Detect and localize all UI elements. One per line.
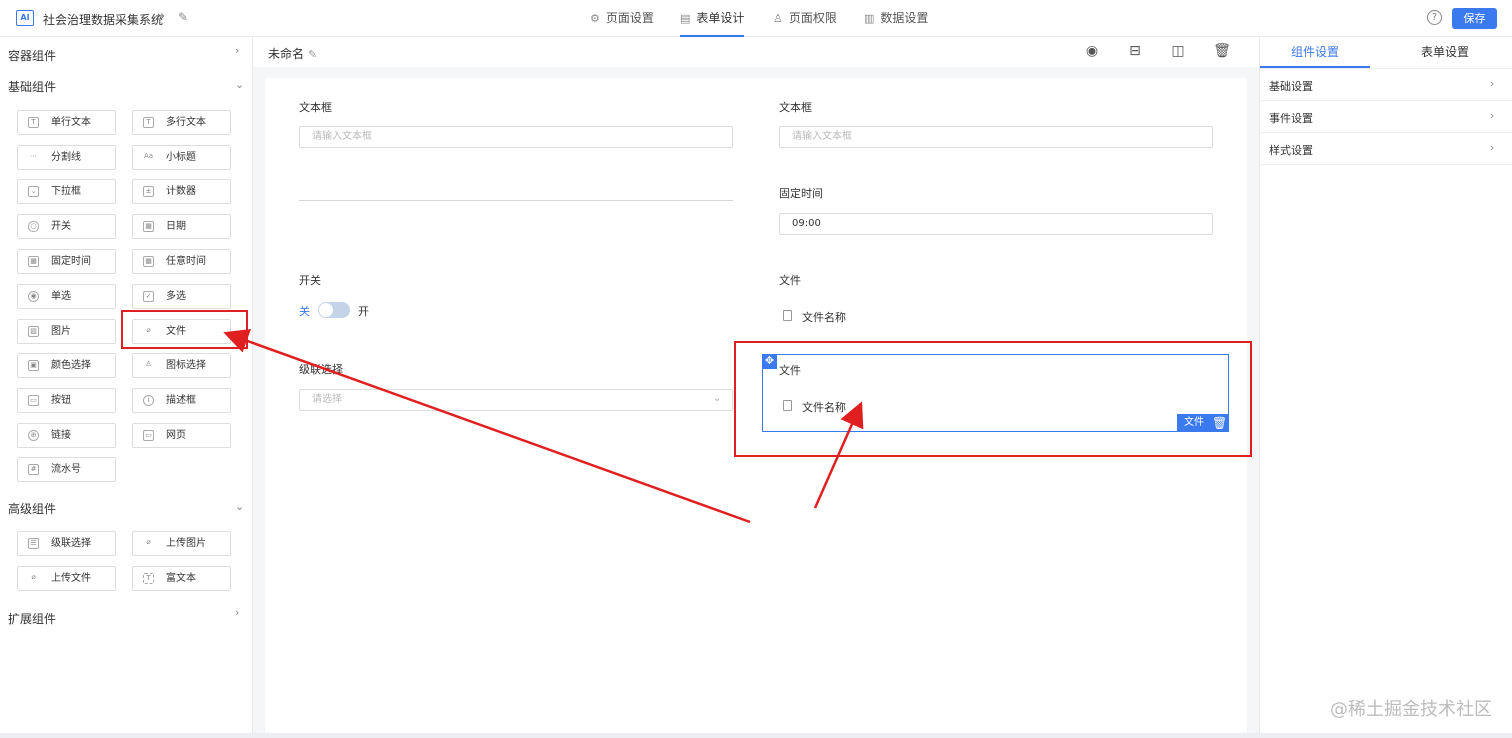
watermark: @稀土掘金技术社区 (1330, 699, 1492, 720)
annotation-arrows (223, 329, 864, 524)
bottom-strip (0, 733, 1512, 738)
arrow-to-dropped-file (813, 401, 864, 509)
arrow-to-file-component (223, 329, 751, 524)
